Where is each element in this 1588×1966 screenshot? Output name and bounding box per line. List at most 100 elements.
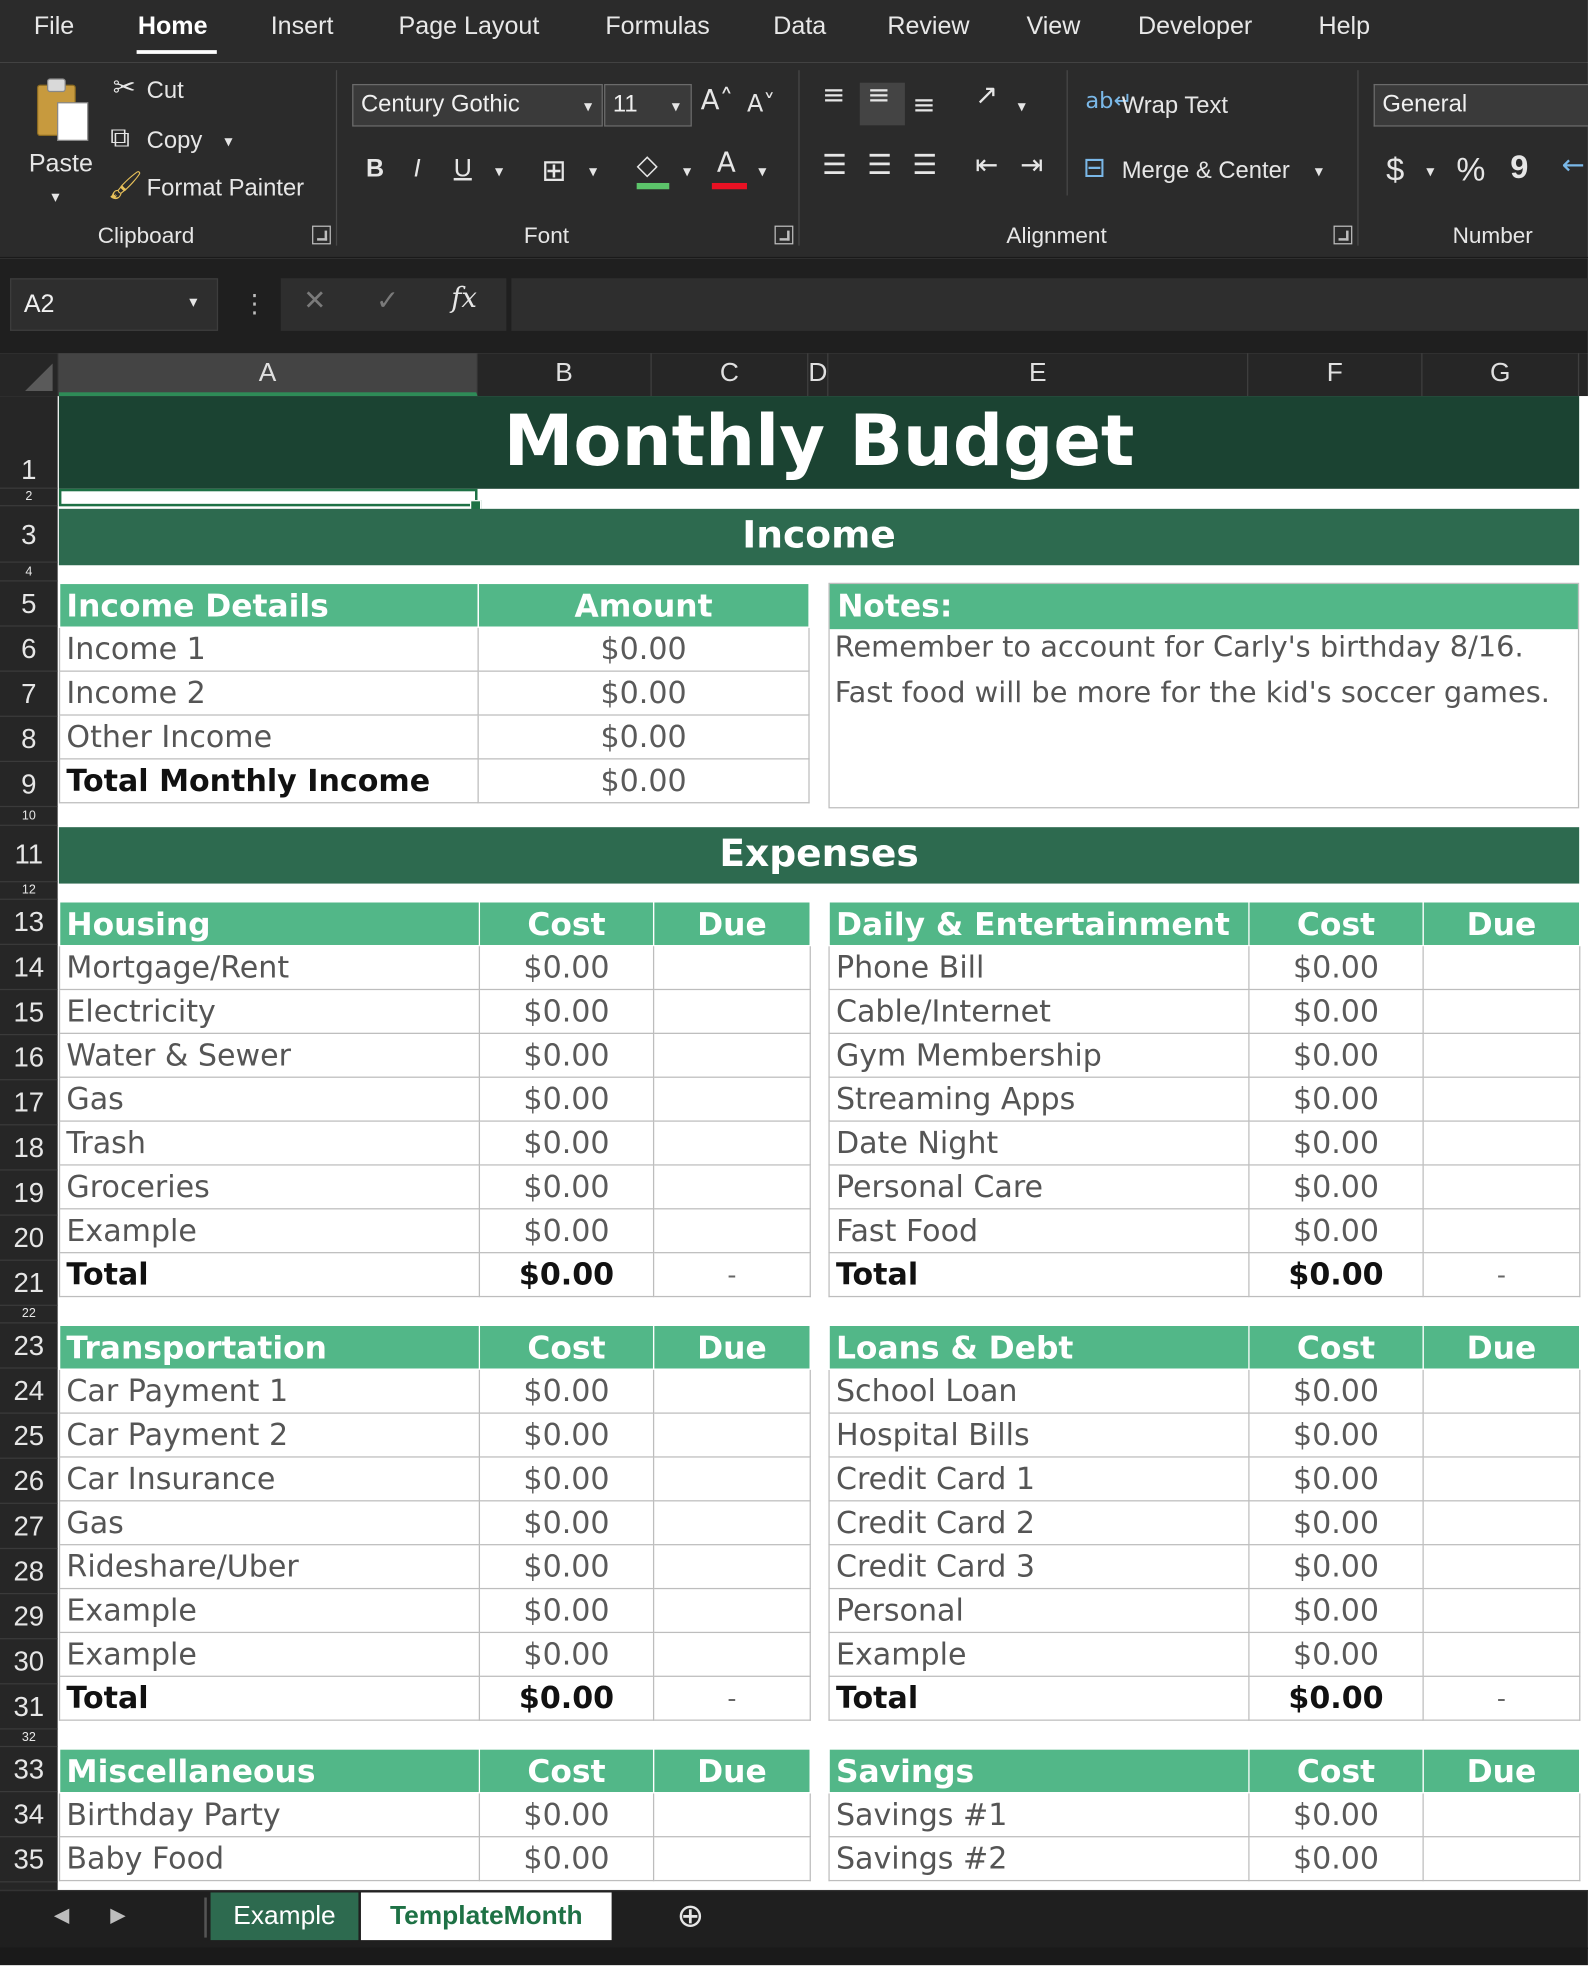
menu-formulas[interactable]: Formulas <box>605 13 709 42</box>
row-header[interactable]: 19 <box>0 1171 58 1216</box>
row-header[interactable]: 15 <box>0 990 58 1036</box>
income-amount-cell[interactable]: $0.00 <box>477 714 810 760</box>
daily-header[interactable]: Daily & Entertainment <box>828 901 1250 947</box>
column-header-g[interactable]: G <box>1422 353 1580 397</box>
total-income-label[interactable]: Total Monthly Income <box>58 758 479 804</box>
alignment-launcher-icon[interactable] <box>1333 225 1353 245</box>
orientation-icon[interactable]: ↗ <box>975 80 998 111</box>
cost-cell[interactable]: $0.00 <box>478 1164 655 1210</box>
align-left-icon[interactable]: ☰ <box>822 150 847 181</box>
row-header[interactable]: 4 <box>0 563 58 582</box>
due-cell[interactable] <box>652 1412 811 1458</box>
due-cell[interactable] <box>652 1164 811 1210</box>
cost-cell[interactable]: $0.00 <box>478 1836 655 1882</box>
due-cell[interactable] <box>1422 1836 1581 1882</box>
cost-cell[interactable]: $0.00 <box>1248 1164 1424 1210</box>
cancel-icon[interactable]: ✕ <box>303 286 326 317</box>
item-label-cell[interactable]: Fast Food <box>828 1208 1250 1254</box>
item-label-cell[interactable]: Baby Food <box>58 1836 481 1882</box>
income-amount-cell[interactable]: $0.00 <box>477 670 810 716</box>
total-cost-cell[interactable]: $0.00 <box>1248 1675 1424 1721</box>
selected-cell-a2[interactable] <box>58 488 478 507</box>
font-family-select[interactable]: Century Gothic <box>352 83 603 127</box>
row-header[interactable]: 21 <box>0 1261 58 1306</box>
due-header[interactable]: Due <box>1422 901 1581 947</box>
sheet-title[interactable]: Monthly Budget <box>59 396 1579 489</box>
cost-cell[interactable]: $0.00 <box>478 1076 655 1122</box>
decrease-indent-icon[interactable]: ⇤ <box>975 150 998 181</box>
percent-button[interactable]: % <box>1456 150 1485 189</box>
row-header[interactable]: 14 <box>0 945 58 991</box>
total-due-cell[interactable]: - <box>1422 1675 1581 1721</box>
income-label-cell[interactable]: Income 2 <box>58 670 479 716</box>
cost-cell[interactable]: $0.00 <box>1248 1792 1424 1838</box>
fill-color-icon[interactable]: ◇ <box>637 150 658 181</box>
paste-dropdown-icon[interactable]: ▾ <box>51 188 59 207</box>
select-all-corner[interactable] <box>0 353 59 397</box>
total-label-cell[interactable]: Total <box>828 1252 1250 1298</box>
cost-cell[interactable]: $0.00 <box>478 1544 655 1590</box>
row-header[interactable]: 16 <box>0 1035 58 1081</box>
item-label-cell[interactable]: Electricity <box>58 988 481 1034</box>
row-header[interactable]: 9 <box>0 762 58 808</box>
cost-cell[interactable]: $0.00 <box>1248 1120 1424 1166</box>
due-cell[interactable] <box>1422 1208 1581 1254</box>
row-header[interactable]: 34 <box>0 1792 58 1838</box>
item-label-cell[interactable]: Streaming Apps <box>828 1076 1250 1122</box>
income-amount-cell[interactable]: $0.00 <box>477 626 810 672</box>
align-bottom-icon[interactable]: ≡ <box>912 90 935 121</box>
item-label-cell[interactable]: Car Insurance <box>58 1456 481 1502</box>
cost-cell[interactable]: $0.00 <box>478 1412 655 1458</box>
cut-button[interactable]: Cut <box>147 78 184 106</box>
due-cell[interactable] <box>1422 1120 1581 1166</box>
item-label-cell[interactable]: Trash <box>58 1120 481 1166</box>
merge-center-button[interactable]: Merge & Center <box>1122 158 1290 186</box>
item-label-cell[interactable]: Savings #2 <box>828 1836 1250 1882</box>
due-cell[interactable] <box>652 1456 811 1502</box>
align-middle-icon[interactable]: ≡ <box>867 80 890 111</box>
row-header[interactable]: 26 <box>0 1459 58 1504</box>
row-header[interactable]: 5 <box>0 582 58 627</box>
cost-cell[interactable]: $0.00 <box>478 1456 655 1502</box>
item-label-cell[interactable]: Example <box>828 1631 1250 1677</box>
due-cell[interactable] <box>652 1368 811 1414</box>
total-cost-cell[interactable]: $0.00 <box>1248 1252 1424 1298</box>
cost-cell[interactable]: $0.00 <box>478 1368 655 1414</box>
name-box-chevron-icon[interactable]: ▾ <box>189 293 197 312</box>
row-header[interactable]: 6 <box>0 627 58 672</box>
row-header[interactable]: 35 <box>0 1837 58 1883</box>
amount-header[interactable]: Amount <box>477 582 810 628</box>
increase-decimal-icon[interactable]: ← <box>1562 150 1585 181</box>
item-label-cell[interactable]: School Loan <box>828 1368 1250 1414</box>
due-cell[interactable] <box>652 988 811 1034</box>
merge-dropdown-icon[interactable]: ▾ <box>1315 163 1323 182</box>
copy-dropdown-icon[interactable]: ▾ <box>224 133 232 152</box>
row-header[interactable]: 32 <box>0 1730 58 1748</box>
total-due-cell[interactable]: - <box>652 1252 811 1298</box>
item-label-cell[interactable]: Credit Card 1 <box>828 1456 1250 1502</box>
more-options-icon[interactable]: ⋮ <box>242 288 267 318</box>
income-label-cell[interactable]: Other Income <box>58 714 479 760</box>
item-label-cell[interactable]: Hospital Bills <box>828 1412 1250 1458</box>
item-label-cell[interactable]: Example <box>58 1587 481 1634</box>
due-cell[interactable] <box>652 1032 811 1078</box>
column-header-f[interactable]: F <box>1248 353 1423 397</box>
income-label-cell[interactable]: Income 1 <box>58 626 479 672</box>
income-band[interactable]: Income <box>58 508 1580 566</box>
due-cell[interactable] <box>1422 1368 1581 1414</box>
column-header-d[interactable]: D <box>808 353 829 397</box>
cost-header[interactable]: Cost <box>478 901 655 947</box>
cost-cell[interactable]: $0.00 <box>478 944 655 991</box>
row-header[interactable]: 18 <box>0 1125 58 1171</box>
due-cell[interactable] <box>652 1120 811 1166</box>
loans-header[interactable]: Loans & Debt <box>828 1324 1250 1370</box>
item-label-cell[interactable]: Credit Card 2 <box>828 1500 1250 1546</box>
row-header[interactable]: 11 <box>0 826 58 883</box>
due-cell[interactable] <box>652 1076 811 1122</box>
item-label-cell[interactable]: Phone Bill <box>828 944 1250 991</box>
due-header[interactable]: Due <box>1422 1748 1581 1794</box>
menu-developer[interactable]: Developer <box>1138 13 1252 42</box>
item-label-cell[interactable]: Example <box>58 1631 481 1677</box>
cost-header[interactable]: Cost <box>478 1324 655 1370</box>
misc-header[interactable]: Miscellaneous <box>58 1748 481 1794</box>
